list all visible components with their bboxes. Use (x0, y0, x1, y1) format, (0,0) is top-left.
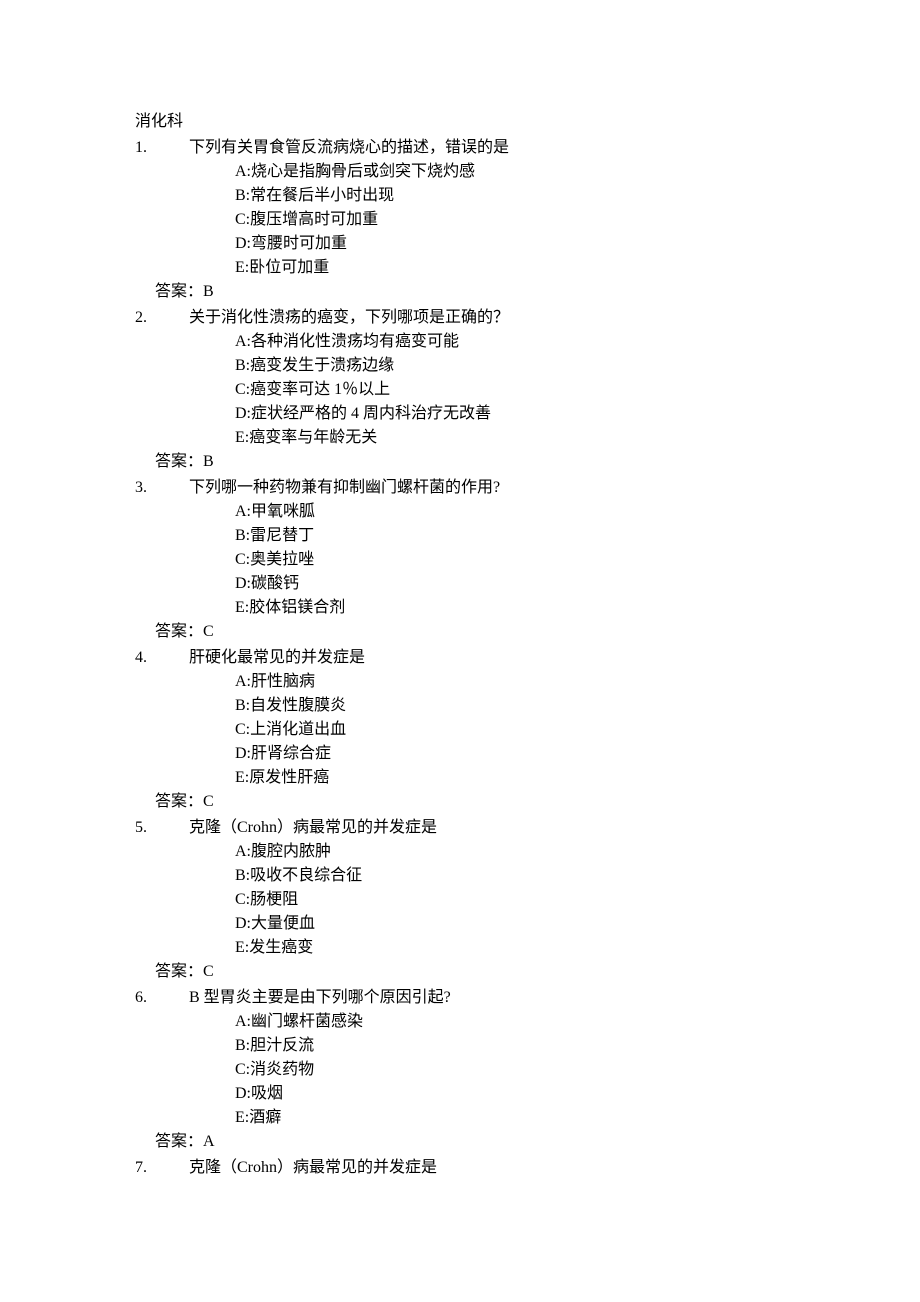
questions-list: 1.下列有关胃食管反流病烧心的描述，错误的是A:烧心是指胸骨后或剑突下烧灼感B:… (135, 136, 785, 1180)
option-item: E:发生癌变 (235, 936, 785, 960)
option-item: B:自发性腹膜炎 (235, 694, 785, 718)
option-item: D:症状经严格的 4 周内科治疗无改善 (235, 402, 785, 426)
option-item: A:各种消化性溃疡均有癌变可能 (235, 330, 785, 354)
section-title: 消化科 (135, 110, 785, 134)
option-item: B:雷尼替丁 (235, 524, 785, 548)
question-stem: 克隆（Crohn）病最常见的并发症是 (189, 1156, 785, 1180)
option-item: C:癌变率可达 1％以上 (235, 378, 785, 402)
answer-text: 答案：A (135, 1130, 785, 1154)
option-item: D:肝肾综合症 (235, 742, 785, 766)
option-item: E:胶体铝镁合剂 (235, 596, 785, 620)
options-list: A:腹腔内脓肿B:吸收不良综合征C:肠梗阻D:大量便血E:发生癌变 (189, 840, 785, 960)
option-item: D:弯腰时可加重 (235, 232, 785, 256)
question-number: 6. (135, 986, 189, 1130)
options-list: A:各种消化性溃疡均有癌变可能B:癌变发生于溃疡边缘C:癌变率可达 1％以上D:… (189, 330, 785, 450)
option-item: E:原发性肝癌 (235, 766, 785, 790)
question-number: 4. (135, 646, 189, 790)
options-list: A:幽门螺杆菌感染B:胆汁反流C:消炎药物D:吸烟E:酒癖 (189, 1010, 785, 1130)
option-item: E:酒癖 (235, 1106, 785, 1130)
question-number: 2. (135, 306, 189, 450)
option-item: B:癌变发生于溃疡边缘 (235, 354, 785, 378)
question-number: 1. (135, 136, 189, 280)
option-item: A:腹腔内脓肿 (235, 840, 785, 864)
option-item: C:消炎药物 (235, 1058, 785, 1082)
option-item: C:上消化道出血 (235, 718, 785, 742)
options-list: A:烧心是指胸骨后或剑突下烧灼感B:常在餐后半小时出现C:腹压增高时可加重D:弯… (189, 160, 785, 280)
question-stem: 下列哪一种药物兼有抑制幽门螺杆菌的作用? (189, 476, 785, 500)
option-item: D:吸烟 (235, 1082, 785, 1106)
option-item: D:大量便血 (235, 912, 785, 936)
option-item: C:腹压增高时可加重 (235, 208, 785, 232)
option-item: A:幽门螺杆菌感染 (235, 1010, 785, 1034)
question-number: 7. (135, 1156, 189, 1180)
question-stem: 肝硬化最常见的并发症是 (189, 646, 785, 670)
question-item: 4.肝硬化最常见的并发症是A:肝性脑病B:自发性腹膜炎C:上消化道出血D:肝肾综… (135, 646, 785, 790)
option-item: B:胆汁反流 (235, 1034, 785, 1058)
question-stem: 关于消化性溃疡的癌变，下列哪项是正确的？ (189, 306, 785, 330)
question-item: 2.关于消化性溃疡的癌变，下列哪项是正确的？A:各种消化性溃疡均有癌变可能B:癌… (135, 306, 785, 450)
option-item: A:肝性脑病 (235, 670, 785, 694)
answer-text: 答案：C (135, 790, 785, 814)
option-item: A:烧心是指胸骨后或剑突下烧灼感 (235, 160, 785, 184)
question-item: 6.B 型胃炎主要是由下列哪个原因引起?A:幽门螺杆菌感染B:胆汁反流C:消炎药… (135, 986, 785, 1130)
answer-text: 答案：C (135, 960, 785, 984)
option-item: D:碳酸钙 (235, 572, 785, 596)
question-stem: B 型胃炎主要是由下列哪个原因引起? (189, 986, 785, 1010)
options-list: A:甲氧咪胍B:雷尼替丁C:奥美拉唑D:碳酸钙E:胶体铝镁合剂 (189, 500, 785, 620)
question-item: 7.克隆（Crohn）病最常见的并发症是 (135, 1156, 785, 1180)
answer-text: 答案：B (135, 450, 785, 474)
option-item: B:常在餐后半小时出现 (235, 184, 785, 208)
option-item: E:癌变率与年龄无关 (235, 426, 785, 450)
options-list: A:肝性脑病B:自发性腹膜炎C:上消化道出血D:肝肾综合症E:原发性肝癌 (189, 670, 785, 790)
question-item: 3.下列哪一种药物兼有抑制幽门螺杆菌的作用?A:甲氧咪胍B:雷尼替丁C:奥美拉唑… (135, 476, 785, 620)
question-number: 5. (135, 816, 189, 960)
question-item: 1.下列有关胃食管反流病烧心的描述，错误的是A:烧心是指胸骨后或剑突下烧灼感B:… (135, 136, 785, 280)
question-stem: 克隆（Crohn）病最常见的并发症是 (189, 816, 785, 840)
option-item: B:吸收不良综合征 (235, 864, 785, 888)
answer-text: 答案：B (135, 280, 785, 304)
question-number: 3. (135, 476, 189, 620)
question-stem: 下列有关胃食管反流病烧心的描述，错误的是 (189, 136, 785, 160)
option-item: C:肠梗阻 (235, 888, 785, 912)
answer-text: 答案：C (135, 620, 785, 644)
option-item: C:奥美拉唑 (235, 548, 785, 572)
option-item: A:甲氧咪胍 (235, 500, 785, 524)
question-item: 5.克隆（Crohn）病最常见的并发症是A:腹腔内脓肿B:吸收不良综合征C:肠梗… (135, 816, 785, 960)
option-item: E:卧位可加重 (235, 256, 785, 280)
